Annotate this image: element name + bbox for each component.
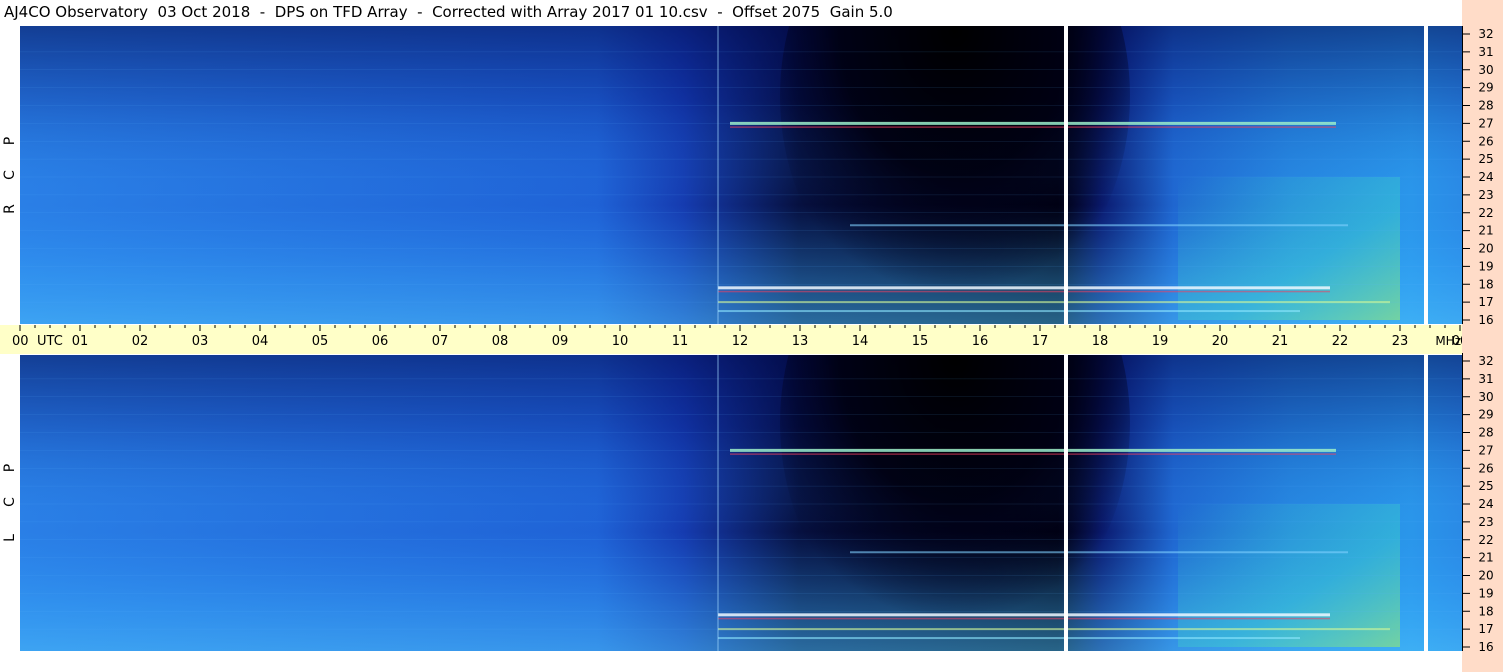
frequency-tick-label: 30 <box>1478 63 1493 77</box>
chart-title: AJ4CO Observatory 03 Oct 2018 - DPS on T… <box>4 3 893 21</box>
time-tick-label: 14 <box>852 334 869 349</box>
frequency-tick-label: 20 <box>1478 569 1493 583</box>
interference-line <box>730 453 1336 455</box>
frequency-tick-label: 32 <box>1478 27 1493 41</box>
time-tick-label: 22 <box>1332 334 1349 349</box>
frequency-tick-label: 31 <box>1478 45 1493 59</box>
time-tick-label: 03 <box>192 334 209 349</box>
frequency-tick-label: 32 <box>1478 354 1493 368</box>
time-tick-label: 13 <box>792 334 809 349</box>
rcp-frequency-axis: 32 31 30 29 28 27 26 25 24 23 22 21 20 19 18 17 16 <box>1462 26 1503 324</box>
frequency-tick-label: 17 <box>1478 295 1493 309</box>
time-tick-label: 11 <box>672 334 689 349</box>
time-tick-label: 16 <box>972 334 989 349</box>
interference-line <box>850 224 1348 227</box>
time-tick-label: 17 <box>1032 334 1049 349</box>
frequency-tick-label: 29 <box>1478 81 1493 95</box>
rcp-letter-r: R <box>2 204 18 214</box>
frequency-tick-label: 25 <box>1478 152 1493 166</box>
frequency-tick-label: 23 <box>1478 515 1493 529</box>
time-tick-label: 06 <box>372 334 389 349</box>
interference-line <box>730 126 1336 128</box>
time-tick-label: 00 <box>12 334 29 349</box>
frequency-tick-label: 24 <box>1478 170 1493 184</box>
data-gap <box>1064 26 1068 324</box>
frequency-tick-label: 28 <box>1478 99 1493 113</box>
time-tick-label: 23 <box>1392 334 1409 349</box>
time-tick-label: 10 <box>612 334 629 349</box>
frequency-tick-label: 27 <box>1478 116 1493 130</box>
frequency-tick-label: 26 <box>1478 461 1493 475</box>
time-tick-label: 09 <box>552 334 569 349</box>
lcp-letter-c: C <box>2 497 18 507</box>
time-tick-label: 12 <box>732 334 749 349</box>
time-tick-label: 07 <box>432 334 449 349</box>
utc-time-axis: 00 01 02 03 04 05 06 07 08 09 10 11 12 13 14 15 16 17 18 19… <box>0 324 1462 355</box>
frequency-tick-label: 23 <box>1478 188 1493 202</box>
time-tick-label: 21 <box>1272 334 1289 349</box>
time-tick-label: 15 <box>912 334 929 349</box>
frequency-tick-label: 19 <box>1478 259 1493 273</box>
frequency-tick-label: 16 <box>1478 640 1493 651</box>
utc-label: UTC <box>37 334 63 349</box>
time-tick-label: 19 <box>1152 334 1169 349</box>
frequency-tick-label: 27 <box>1478 443 1493 457</box>
interference-line <box>718 286 1330 290</box>
frequency-tick-label: 21 <box>1478 551 1493 565</box>
frequency-tick-label: 29 <box>1478 408 1493 422</box>
interference-line <box>718 613 1330 617</box>
frequency-tick-label: 20 <box>1478 242 1493 256</box>
time-tick-label: 02 <box>132 334 149 349</box>
data-gap <box>1424 26 1428 324</box>
frequency-tick-label: 17 <box>1478 622 1493 636</box>
rcp-letter-c: C <box>2 170 18 180</box>
frequency-tick-label: 19 <box>1478 586 1493 600</box>
lcp-spectrogram <box>20 353 1462 651</box>
time-tick-label: 04 <box>252 334 269 349</box>
frequency-tick-label: 18 <box>1478 277 1493 291</box>
time-tick-label: 01 <box>72 334 89 349</box>
data-gap <box>1424 353 1428 651</box>
frequency-tick-label: 21 <box>1478 224 1493 238</box>
frequency-tick-label: 26 <box>1478 134 1493 148</box>
frequency-tick-label: 25 <box>1478 479 1493 493</box>
data-gap <box>1064 353 1068 651</box>
time-tick-label: 20 <box>1212 334 1229 349</box>
frequency-tick-label: 16 <box>1478 313 1493 324</box>
mhz-label: MHz <box>1435 334 1461 348</box>
interference-line <box>718 310 1300 313</box>
frequency-tick-label: 31 <box>1478 372 1493 386</box>
rcp-letter-p: P <box>2 136 18 146</box>
interference-line <box>718 637 1300 640</box>
frequency-tick-label: 30 <box>1478 390 1493 404</box>
lcp-frequency-axis: 32 31 30 29 28 27 26 25 24 23 22 21 20 19 18 17 16 <box>1462 353 1503 651</box>
rcp-spectrogram <box>20 26 1462 324</box>
time-tick-label: 05 <box>312 334 329 349</box>
frequency-tick-label: 22 <box>1478 206 1493 220</box>
frequency-tick-label: 22 <box>1478 533 1493 547</box>
time-tick-label: 18 <box>1092 334 1109 349</box>
frequency-tick-label: 18 <box>1478 604 1493 618</box>
interference-line <box>718 617 1330 620</box>
interference-line <box>850 551 1348 554</box>
frequency-tick-label: 24 <box>1478 497 1493 511</box>
interference-line <box>718 290 1330 293</box>
lcp-letter-p: P <box>2 463 18 473</box>
frequency-tick-label: 28 <box>1478 426 1493 440</box>
time-tick-label: 08 <box>492 334 509 349</box>
lcp-letter-l: L <box>2 534 18 542</box>
